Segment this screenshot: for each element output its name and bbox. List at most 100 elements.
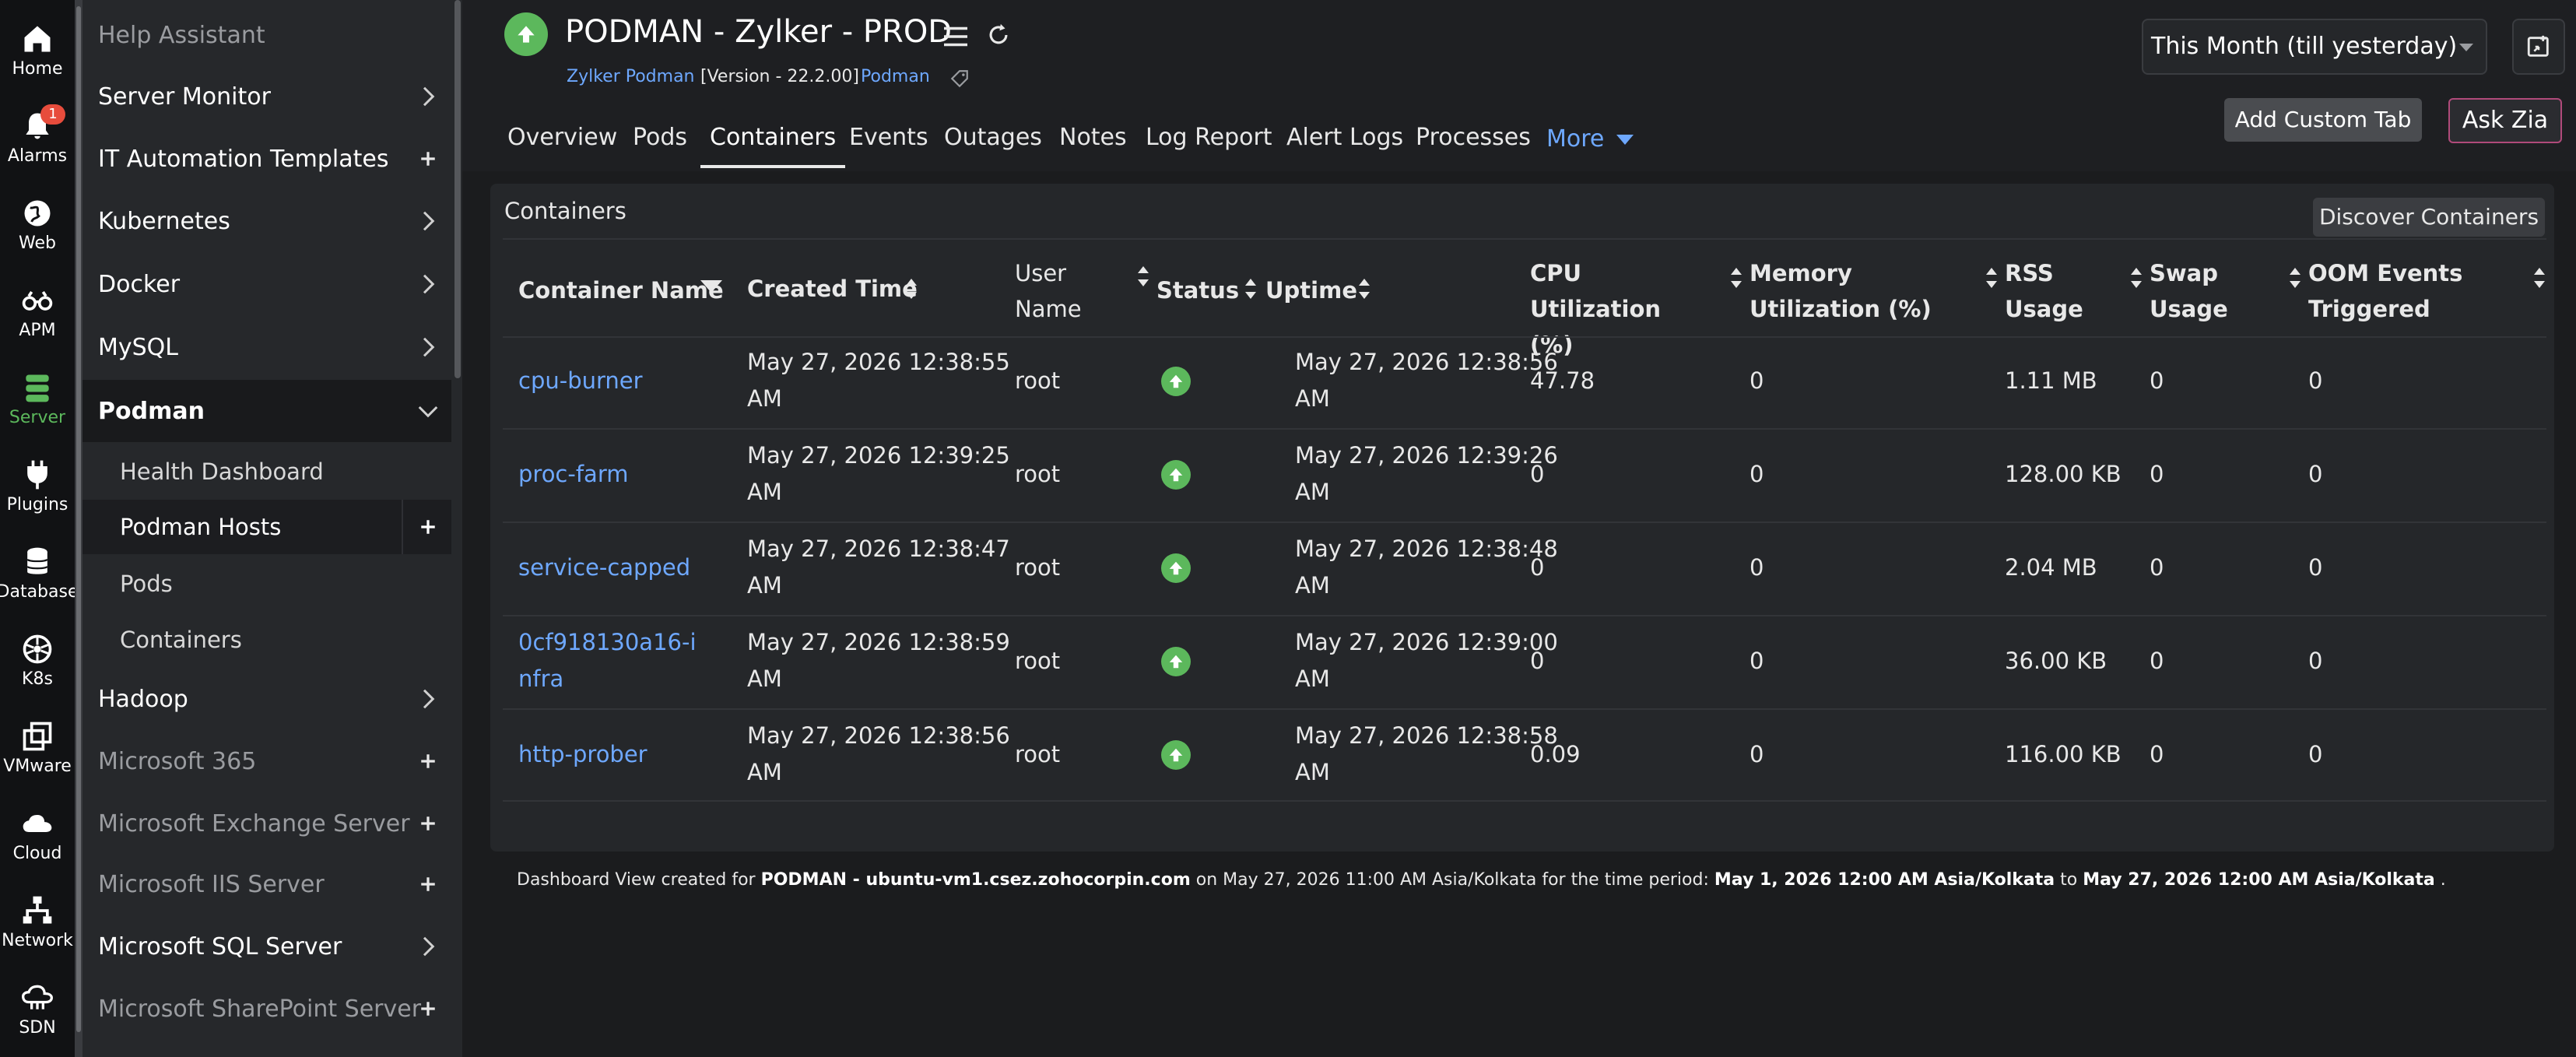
rail-k8s[interactable]: K8s <box>0 632 75 710</box>
sdn-icon <box>22 985 53 1010</box>
sidebar-item-microsoft-sharepoint-server[interactable]: Microsoft SharePoint Server <box>82 989 451 1029</box>
refresh-icon[interactable] <box>985 22 1012 51</box>
monitor-type-link[interactable]: Podman <box>861 67 930 86</box>
note-prefix: Dashboard View created for <box>517 870 761 890</box>
period-select[interactable]: This Month (till yesterday) <box>2142 19 2487 75</box>
tab-pods[interactable]: Pods <box>633 118 687 168</box>
sort-icon[interactable] <box>2532 266 2546 290</box>
dashboard-view-button[interactable] <box>2512 19 2565 75</box>
tab-notes[interactable]: Notes <box>1059 118 1127 168</box>
chevron-down-icon[interactable] <box>412 395 444 427</box>
chevron-right-icon[interactable] <box>412 205 444 237</box>
memory-utilization: 0 <box>1750 367 1764 394</box>
sidebar-item-mysql[interactable]: MySQL <box>82 327 451 367</box>
created-time-line2: AM <box>747 665 782 692</box>
sort-icon[interactable] <box>1136 265 1150 288</box>
sidebar-item-label: Health Dashboard <box>120 458 324 485</box>
rail-home[interactable]: Home <box>0 22 75 100</box>
tab-outages[interactable]: Outages <box>944 118 1042 168</box>
sort-desc-icon[interactable] <box>700 280 722 293</box>
monitor-group-link[interactable]: Zylker Podman <box>567 67 695 86</box>
chevron-right-icon[interactable] <box>412 931 444 962</box>
sidebar-right-scrollbar-thumb[interactable] <box>454 0 461 378</box>
container-name-link[interactable]: 0cf918130a16-infra <box>518 624 697 697</box>
sort-icon[interactable] <box>1985 266 1999 290</box>
sidebar-item-kubernetes[interactable]: Kubernetes <box>82 201 451 241</box>
plus-icon[interactable] <box>412 746 444 777</box>
menu-icon[interactable] <box>942 25 970 51</box>
col-header-memory-utilization[interactable]: Memory Utilization (%) <box>1750 255 1975 327</box>
plus-icon[interactable] <box>412 511 444 543</box>
col-header-rss-usage[interactable]: RSS Usage <box>2005 255 2090 327</box>
memory-utilization: 0 <box>1750 461 1764 487</box>
tab-more[interactable]: More <box>1546 120 1634 170</box>
ask-zia-button[interactable]: Ask Zia <box>2448 98 2562 143</box>
chevron-right-icon[interactable] <box>412 269 444 300</box>
chevron-right-icon[interactable] <box>412 81 444 112</box>
col-header-uptime[interactable]: Uptime <box>1265 272 1357 308</box>
sort-icon[interactable] <box>1244 277 1258 300</box>
sidebar-item-microsoft-iis-server[interactable]: Microsoft IIS Server <box>82 864 451 904</box>
sidebar-item-microsoft-sql-server[interactable]: Microsoft SQL Server <box>82 926 451 967</box>
rss-usage: 128.00 KB <box>2005 461 2122 487</box>
rail-alarms[interactable]: 1 Alarms <box>0 104 75 187</box>
plus-icon[interactable] <box>412 869 444 900</box>
rail-network[interactable]: Network <box>0 894 75 971</box>
plus-icon[interactable] <box>412 993 444 1024</box>
chevron-right-icon[interactable] <box>412 332 444 363</box>
sidebar-subitem-health-dashboard[interactable]: Health Dashboard <box>82 451 451 492</box>
sidebar-item-hadoop[interactable]: Hadoop <box>82 679 451 719</box>
rail-label: Alarms <box>7 146 68 166</box>
container-name-link[interactable]: service-capped <box>518 550 690 586</box>
sort-icon[interactable] <box>1357 277 1371 300</box>
sidebar-subitem-containers[interactable]: Containers <box>82 620 451 660</box>
tab-containers[interactable]: Containers <box>700 118 846 168</box>
sidebar-item-microsoft-365[interactable]: Microsoft 365 <box>82 741 451 781</box>
tab-overview[interactable]: Overview <box>507 118 617 168</box>
tab-events[interactable]: Events <box>849 118 928 168</box>
container-name-link[interactable]: http-prober <box>518 736 648 773</box>
container-name-link[interactable]: cpu-burner <box>518 363 643 399</box>
sort-icon[interactable] <box>1729 266 1743 290</box>
col-header-container-name[interactable]: Container Name <box>518 272 724 308</box>
tab-alert-logs[interactable]: Alert Logs <box>1286 118 1403 168</box>
sidebar-item-microsoft-exchange-server[interactable]: Microsoft Exchange Server <box>82 803 451 844</box>
uptime-line1: May 27, 2026 12:38:56 <box>1295 349 1558 375</box>
col-header-user-name[interactable]: User Name <box>1015 255 1108 327</box>
sidebar-subitem-pods[interactable]: Pods <box>82 564 451 604</box>
rail-vmware[interactable]: VMware <box>0 719 75 797</box>
discover-containers-button[interactable]: Discover Containers <box>2313 198 2545 237</box>
col-header-oom-events[interactable]: OOM Events Triggered <box>2308 255 2495 327</box>
sidebar-subitem-podman-hosts[interactable]: Podman Hosts <box>82 500 451 554</box>
sort-icon[interactable] <box>2129 266 2143 290</box>
sidebar-item-server-monitor[interactable]: Server Monitor <box>82 76 451 117</box>
rail-web[interactable]: Web <box>0 196 75 274</box>
rail-plugins[interactable]: Plugins <box>0 458 75 536</box>
col-header-created-time[interactable]: Created Time <box>747 271 918 307</box>
sidebar-item-it-automation-templates[interactable]: IT Automation Templates <box>82 139 451 179</box>
sort-icon[interactable] <box>2288 266 2302 290</box>
rail-cloud[interactable]: Cloud <box>0 806 75 884</box>
plus-icon[interactable] <box>412 808 444 839</box>
chevron-right-icon[interactable] <box>412 683 444 715</box>
sidebar-item-podman[interactable]: Podman <box>82 380 451 442</box>
sidebar-item-help-assistant[interactable]: Help Assistant <box>82 16 451 54</box>
rail-database[interactable]: Database <box>0 545 79 623</box>
tab-log-report[interactable]: Log Report <box>1146 118 1272 168</box>
col-header-status[interactable]: Status <box>1156 272 1239 308</box>
add-custom-tab-button[interactable]: Add Custom Tab <box>2224 98 2422 142</box>
created-time: May 27, 2026 12:38:56 AM <box>747 718 1010 791</box>
container-name-link[interactable]: proc-farm <box>518 456 629 493</box>
plus-icon[interactable] <box>412 143 444 174</box>
col-header-label: Memory Utilization (%) <box>1750 260 1932 322</box>
rail-server[interactable]: Server <box>0 370 75 448</box>
col-header-swap-usage[interactable]: Swap Usage <box>2150 255 2235 327</box>
rail-apm[interactable]: APM <box>0 283 75 361</box>
sidebar-item-docker[interactable]: Docker <box>82 264 451 304</box>
cpu-utilization: 0.09 <box>1530 741 1581 767</box>
tag-icon[interactable] <box>949 68 970 92</box>
rail-sdn[interactable]: SDN <box>0 981 75 1057</box>
sort-icon[interactable] <box>904 277 918 300</box>
tab-processes[interactable]: Processes <box>1416 118 1531 168</box>
sidebar-scrollbar-thumb[interactable] <box>76 6 81 1032</box>
